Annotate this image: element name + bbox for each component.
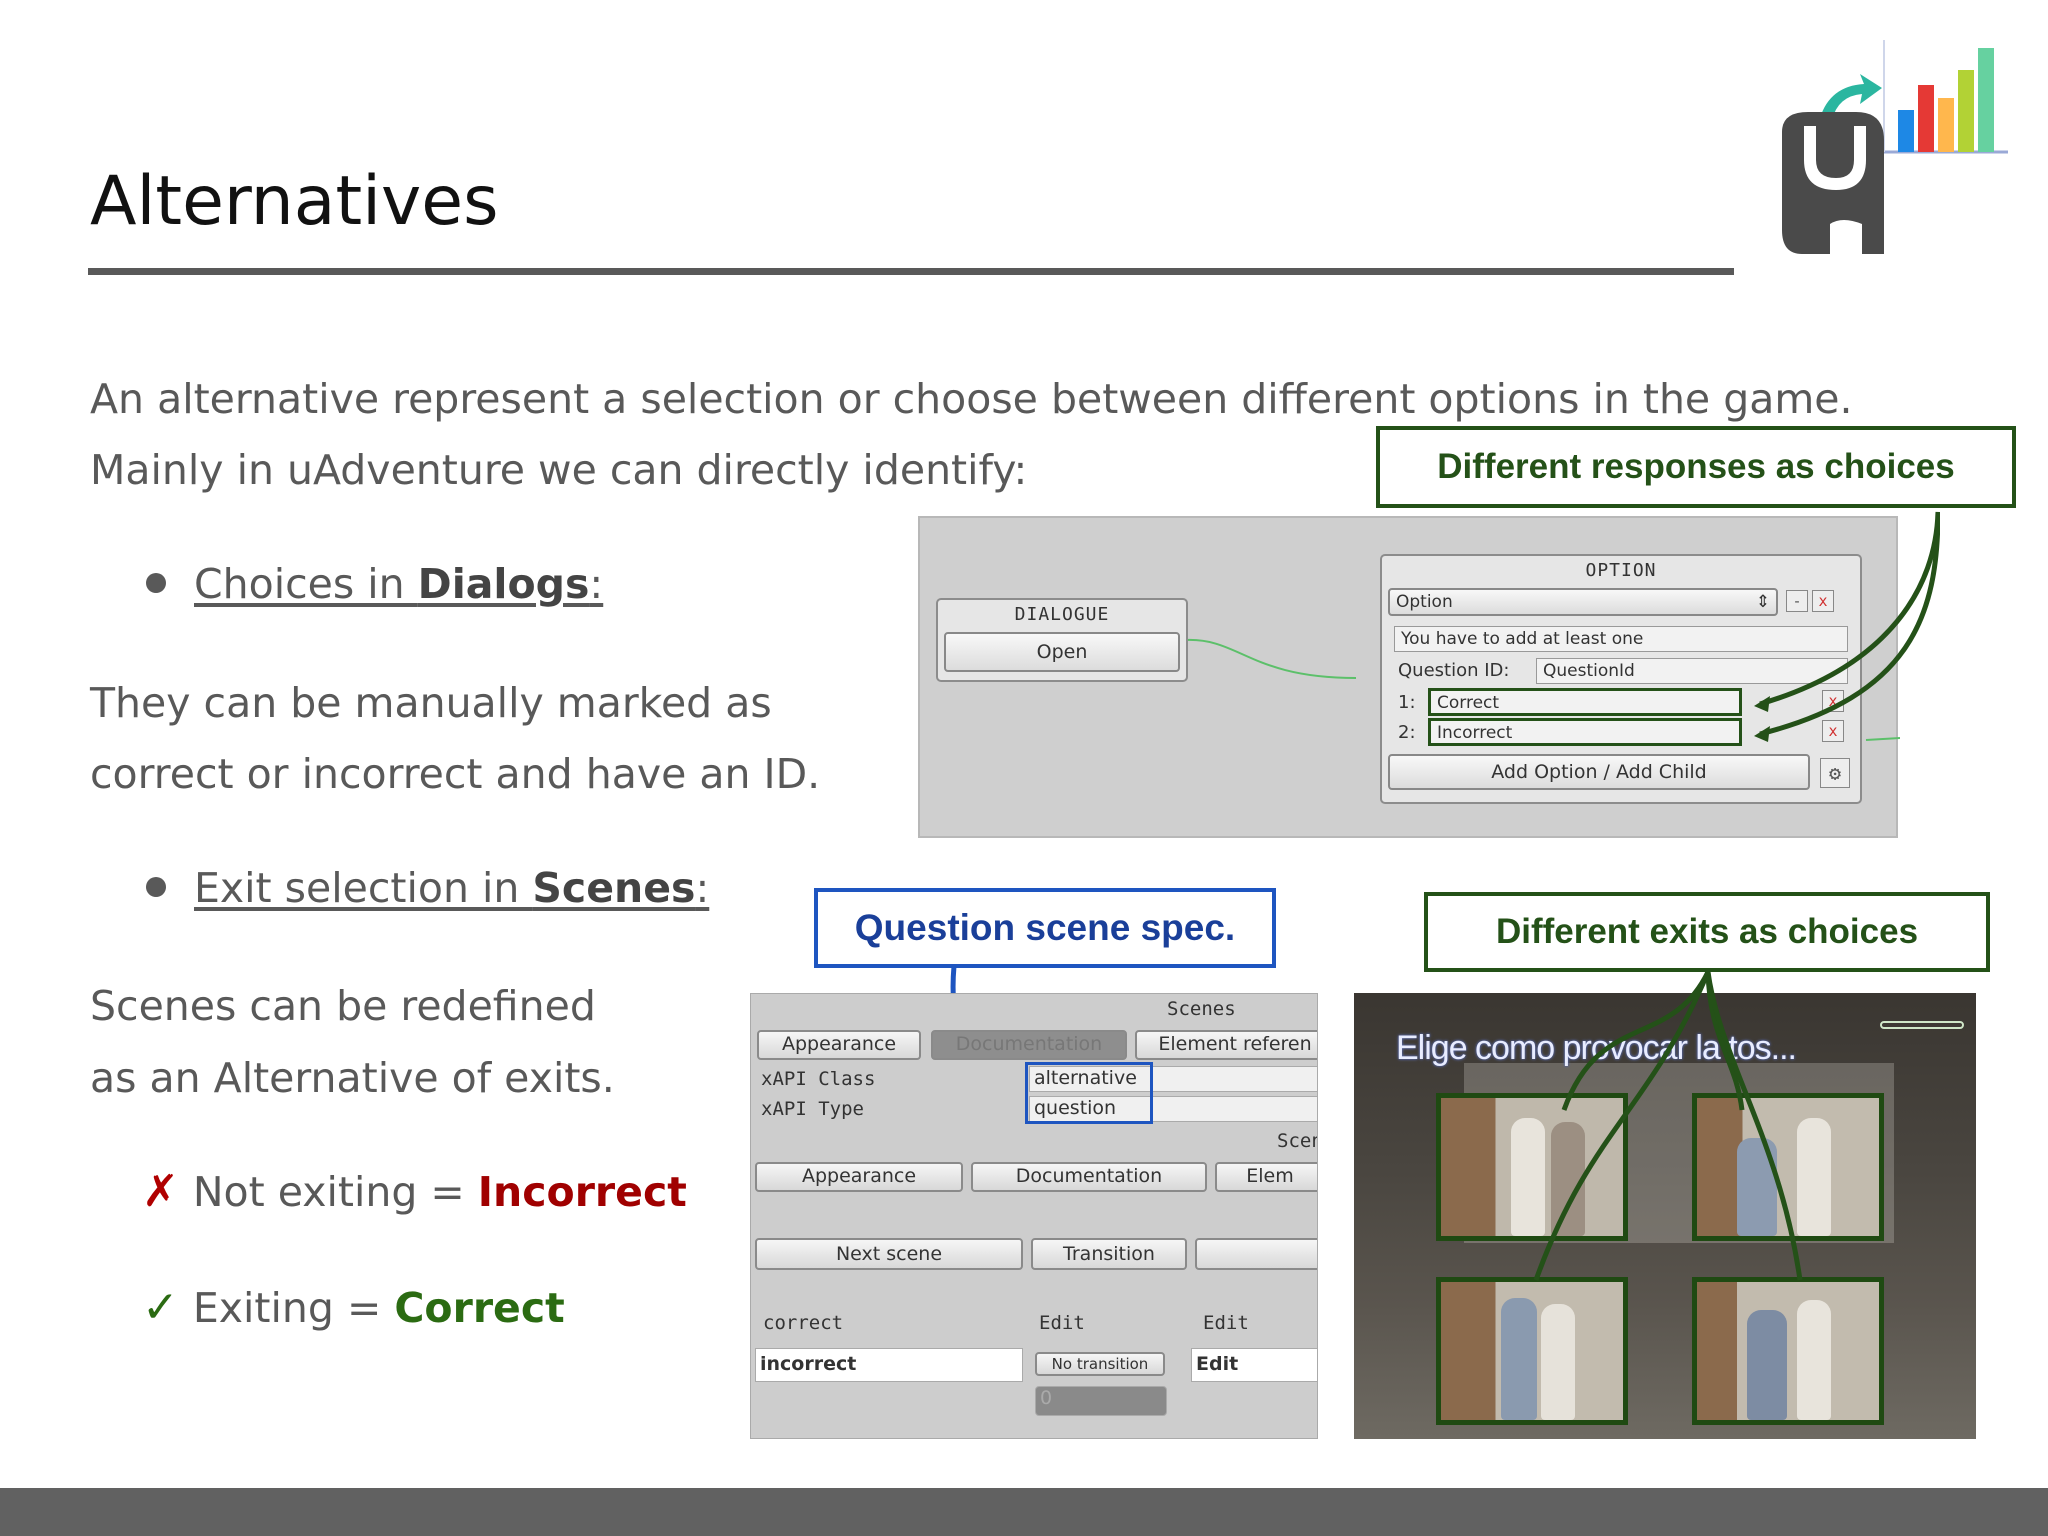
transition-time-input[interactable]: 0 (1035, 1386, 1167, 1416)
bullet-scenes: Exit selection in Scenes: (146, 864, 709, 912)
logo-icon (1768, 40, 2008, 260)
tab-documentation[interactable]: Documentation (931, 1030, 1127, 1060)
option-select[interactable]: Option ⇕ (1388, 588, 1778, 616)
next-scene-header: Next scene (755, 1238, 1023, 1270)
callout-responses-arrows (1754, 511, 1940, 742)
scenes-panel-screenshot: Scenes Appearance Documentation Element … (750, 993, 1318, 1439)
edit-cell[interactable]: Edit (1191, 1348, 1317, 1382)
edit-link[interactable]: Edit (1039, 1312, 1085, 1334)
gear-icon[interactable]: ⚙ (1820, 758, 1850, 788)
option-2-input[interactable]: Incorrect (1428, 718, 1742, 746)
xapi-type-label: xAPI Type (761, 1098, 864, 1120)
dialogue-node: DIALOGUE Open (936, 598, 1188, 682)
bullet-dialogs: Choices in Dialogs: (146, 560, 603, 608)
intro-line-1: An alternative represent a selection or … (90, 375, 1853, 423)
check-icon: ✓ (142, 1282, 179, 1333)
xapi-highlight (1025, 1062, 1153, 1124)
footer-bar (0, 1488, 2048, 1536)
scenes-desc-line-1: Scenes can be redefined (90, 982, 596, 1030)
option-1-input[interactable]: Correct (1428, 688, 1742, 716)
scenes-desc-line-2: as an Alternative of exits. (90, 1054, 615, 1102)
tab2-appearance[interactable]: Appearance (755, 1162, 963, 1192)
callout-exits-arrows (1533, 970, 1803, 1281)
scenes-header-2: Scen (1277, 1130, 1317, 1152)
exit-correct-label: correct (763, 1312, 844, 1334)
bar-chart-icon (1880, 40, 2008, 154)
xapi-class-label: xAPI Class (761, 1068, 876, 1090)
callout-exits: Different exits as choices (1424, 892, 1990, 972)
game-hud (1880, 1021, 1964, 1029)
page-title: Alternatives (90, 162, 499, 241)
open-button[interactable]: Open (944, 632, 1180, 672)
exit-incorrect-row[interactable]: incorrect (755, 1348, 1023, 1382)
not-exiting-line: ✗ Not exiting = Incorrect (142, 1166, 687, 1217)
tab2-documentation[interactable]: Documentation (971, 1162, 1207, 1192)
empty-header (1195, 1238, 1317, 1270)
exiting-line: ✓ Exiting = Correct (142, 1282, 565, 1333)
tab-appearance[interactable]: Appearance (757, 1030, 921, 1060)
callout-question-scene: Question scene spec. (814, 888, 1276, 968)
cross-icon: ✗ (142, 1166, 179, 1217)
transition-header: Transition (1031, 1238, 1187, 1270)
callout-responses: Different responses as choices (1376, 426, 2016, 508)
edit-link[interactable]: Edit (1203, 1312, 1249, 1334)
question-id-label: Question ID: (1398, 660, 1510, 681)
dialogs-desc-line-1: They can be manually marked as (90, 679, 772, 727)
tab2-element[interactable]: Elem (1215, 1162, 1317, 1192)
scenes-header: Scenes (1167, 998, 1236, 1020)
dialogs-desc-line-2: correct or incorrect and have an ID. (90, 750, 821, 798)
tab-element-reference[interactable]: Element referen (1135, 1030, 1317, 1060)
bullet-dot (146, 573, 166, 593)
transition-select[interactable]: No transition (1035, 1352, 1165, 1376)
bullet-dot (146, 877, 166, 897)
title-divider (88, 268, 1734, 275)
add-option-button[interactable]: Add Option / Add Child (1388, 754, 1810, 790)
